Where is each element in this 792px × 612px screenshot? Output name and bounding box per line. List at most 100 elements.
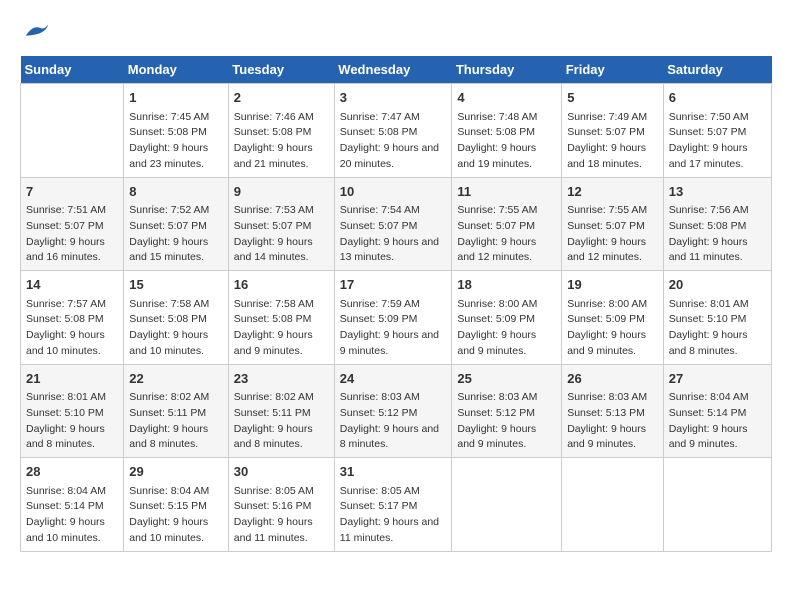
day-number: 28 [26,462,118,482]
day-number: 19 [567,275,658,295]
calendar-cell: 13Sunrise: 7:56 AMSunset: 5:08 PMDayligh… [663,177,771,271]
sunrise-text: Sunrise: 7:56 AM [669,204,749,216]
calendar-header: SundayMondayTuesdayWednesdayThursdayFrid… [21,56,772,84]
sunset-text: Sunset: 5:12 PM [457,407,535,419]
calendar-cell: 22Sunrise: 8:02 AMSunset: 5:11 PMDayligh… [124,364,229,458]
sunset-text: Sunset: 5:08 PM [234,313,312,325]
day-info: Sunrise: 7:54 AM Sunset: 5:07 PM Daylight:… [340,203,447,266]
day-number: 6 [669,88,766,108]
sunset-text: Sunset: 5:07 PM [567,220,645,232]
calendar-cell: 11Sunrise: 7:55 AMSunset: 5:07 PMDayligh… [452,177,562,271]
day-number: 9 [234,182,329,202]
sunrise-text: Sunrise: 7:49 AM [567,111,647,123]
sunrise-text: Sunrise: 7:52 AM [129,204,209,216]
sunset-text: Sunset: 5:07 PM [567,126,645,138]
sunset-text: Sunset: 5:10 PM [669,313,747,325]
day-info: Sunrise: 7:49 AMSunset: 5:07 PMDaylight:… [567,110,658,173]
day-info: Sunrise: 7:45 AMSunset: 5:08 PMDaylight:… [129,110,223,173]
day-number: 15 [129,275,223,295]
daylight-text: Daylight: 9 hours and 15 minutes. [129,236,208,264]
sunrise-text: Sunrise: 7:46 AM [234,111,314,123]
day-info: Sunrise: 7:57 AMSunset: 5:08 PMDaylight:… [26,297,118,360]
daylight-text: Daylight: 9 hours and 10 minutes. [26,516,105,544]
day-number: 25 [457,369,556,389]
daylight-text: Daylight: 9 hours and 12 minutes. [457,236,536,264]
sunset-text: Sunset: 5:07 PM [340,220,418,232]
sunset-text: Sunset: 5:17 PM [340,500,418,512]
calendar-cell [562,458,664,552]
daylight-text: Daylight: 9 hours and 20 minutes. [340,142,439,170]
day-info: Sunrise: 7:59 AMSunset: 5:09 PMDaylight:… [340,297,447,360]
day-info: Sunrise: 8:03 AMSunset: 5:13 PMDaylight:… [567,390,658,453]
header-day-thursday: Thursday [452,56,562,84]
sunset-text: Sunset: 5:13 PM [567,407,645,419]
header-day-friday: Friday [562,56,664,84]
day-info: Sunrise: 7:55 AMSunset: 5:07 PMDaylight:… [567,203,658,266]
sunset-text: Sunset: 5:09 PM [567,313,645,325]
daylight-text: Daylight: 9 hours and 9 minutes. [457,423,536,451]
logo [20,20,52,46]
sunset-text: Sunset: 5:14 PM [669,407,747,419]
day-info: Sunrise: 7:53 AMSunset: 5:07 PMDaylight:… [234,203,329,266]
daylight-text: Daylight: 9 hours and 13 minutes. [340,236,439,264]
calendar-cell: 6 Sunrise: 7:50 AM Sunset: 5:07 PM Daylight… [663,84,771,178]
calendar-cell: 3Sunrise: 7:47 AMSunset: 5:08 PMDaylight… [334,84,452,178]
sunset-text: Sunset: 5:07 PM [457,220,535,232]
daylight-text: Daylight: 9 hours and 8 minutes. [234,423,313,451]
day-number: 26 [567,369,658,389]
sunset-text: Sunset: 5:07 PM [669,126,747,138]
calendar-cell: 9Sunrise: 7:53 AMSunset: 5:07 PMDaylight… [228,177,334,271]
day-info: Sunrise: 8:05 AMSunset: 5:17 PMDaylight:… [340,484,447,547]
calendar-cell: 15Sunrise: 7:58 AMSunset: 5:08 PMDayligh… [124,271,229,365]
sunrise-text: Sunrise: 8:01 AM [669,298,749,310]
calendar-cell [663,458,771,552]
calendar-cell: 28Sunrise: 8:04 AMSunset: 5:14 PMDayligh… [21,458,124,552]
daylight-text: Daylight: 9 hours and 17 minutes. [669,142,748,170]
calendar-cell: 27Sunrise: 8:04 AMSunset: 5:14 PMDayligh… [663,364,771,458]
daylight-text: Daylight: 9 hours and 8 minutes. [129,423,208,451]
day-number: 17 [340,275,447,295]
day-number: 3 [340,88,447,108]
day-info: Sunrise: 7:47 AMSunset: 5:08 PMDaylight:… [340,110,447,173]
day-info: Sunrise: 8:02 AMSunset: 5:11 PMDaylight:… [234,390,329,453]
day-info: Sunrise: 7:56 AM Sunset: 5:08 PM Daylight:… [669,203,766,266]
day-info: Sunrise: 8:05 AMSunset: 5:16 PMDaylight:… [234,484,329,547]
daylight-text: Daylight: 9 hours and 9 minutes. [669,423,748,451]
header-day-sunday: Sunday [21,56,124,84]
sunset-text: Sunset: 5:08 PM [234,126,312,138]
sunset-text: Sunset: 5:07 PM [26,220,104,232]
daylight-text: Daylight: 9 hours and 12 minutes. [567,236,646,264]
daylight-text: Daylight: 9 hours and 11 minutes. [669,236,748,264]
calendar-cell: 7Sunrise: 7:51 AMSunset: 5:07 PMDaylight… [21,177,124,271]
header-day-saturday: Saturday [663,56,771,84]
sunrise-text: Sunrise: 8:04 AM [26,485,106,497]
calendar-cell: 30Sunrise: 8:05 AMSunset: 5:16 PMDayligh… [228,458,334,552]
sunrise-text: Sunrise: 8:05 AM [340,485,420,497]
sunset-text: Sunset: 5:11 PM [234,407,311,419]
daylight-text: Daylight: 9 hours and 10 minutes. [129,329,208,357]
sunrise-text: Sunrise: 8:05 AM [234,485,314,497]
calendar-cell: 8Sunrise: 7:52 AMSunset: 5:07 PMDaylight… [124,177,229,271]
sunrise-text: Sunrise: 8:04 AM [669,391,749,403]
header-day-monday: Monday [124,56,229,84]
sunrise-text: Sunrise: 7:50 AM [669,111,749,123]
day-number: 10 [340,182,447,202]
sunrise-text: Sunrise: 7:48 AM [457,111,537,123]
sunrise-text: Sunrise: 7:54 AM [340,204,420,216]
calendar-cell: 5Sunrise: 7:49 AMSunset: 5:07 PMDaylight… [562,84,664,178]
day-info: Sunrise: 7:58 AMSunset: 5:08 PMDaylight:… [234,297,329,360]
daylight-text: Daylight: 9 hours and 8 minutes. [340,423,439,451]
sunset-text: Sunset: 5:08 PM [669,220,747,232]
sunrise-text: Sunrise: 7:53 AM [234,204,314,216]
sunset-text: Sunset: 5:08 PM [340,126,418,138]
sunrise-text: Sunrise: 7:58 AM [129,298,209,310]
sunrise-text: Sunrise: 8:04 AM [129,485,209,497]
day-number: 8 [129,182,223,202]
sunset-text: Sunset: 5:10 PM [26,407,104,419]
header-day-tuesday: Tuesday [228,56,334,84]
sunset-text: Sunset: 5:09 PM [340,313,418,325]
day-number: 30 [234,462,329,482]
calendar-cell: 2Sunrise: 7:46 AMSunset: 5:08 PMDaylight… [228,84,334,178]
day-number: 18 [457,275,556,295]
calendar-cell: 18Sunrise: 8:00 AMSunset: 5:09 PMDayligh… [452,271,562,365]
